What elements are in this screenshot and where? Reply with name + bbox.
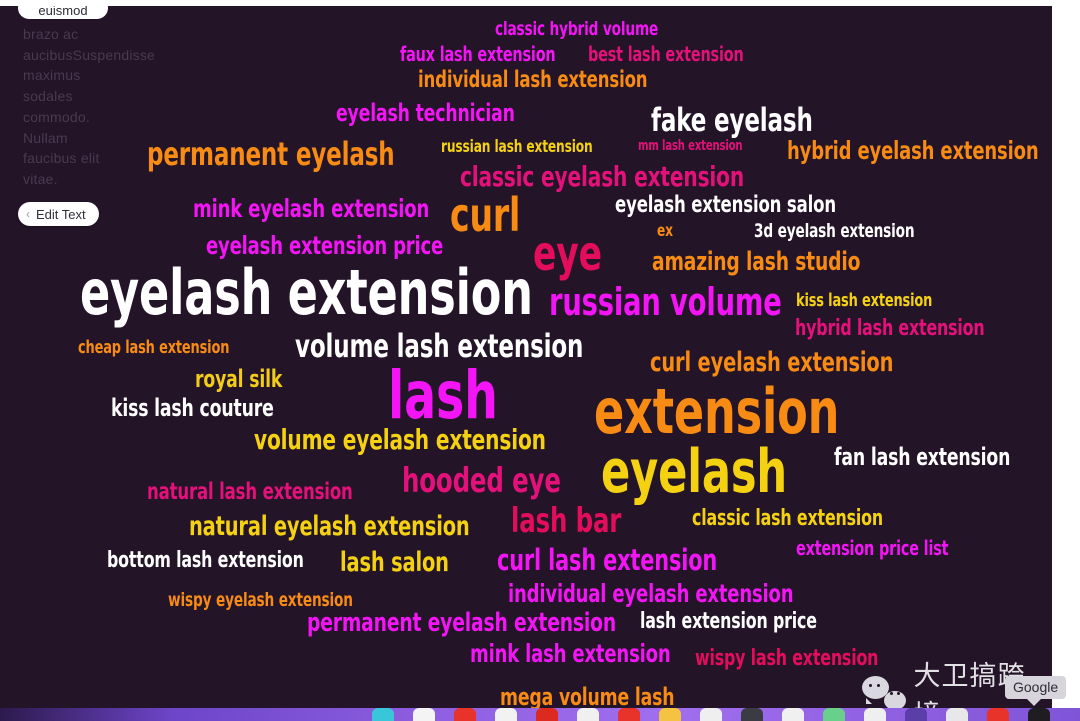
word-cloud-term: individual eyelash extension <box>508 579 794 608</box>
dock-app-icon[interactable] <box>700 708 722 721</box>
taskbar-dock[interactable] <box>0 708 1080 721</box>
dock-app-icon[interactable] <box>413 708 435 721</box>
word-cloud-term: lash extension price <box>640 609 817 634</box>
placeholder-line: sodales <box>23 88 73 105</box>
dock-app-icon[interactable] <box>577 708 599 721</box>
word-cloud-term: volume eyelash extension <box>254 423 546 456</box>
word-cloud-term: lash bar <box>511 501 622 541</box>
dock-app-icon[interactable] <box>1028 708 1050 721</box>
edit-text-button-label: Edit Text <box>36 206 86 222</box>
word-cloud-term: ex <box>657 221 673 241</box>
word-cloud-term: kiss lash couture <box>111 394 274 422</box>
dock-app-icon[interactable] <box>536 708 558 721</box>
dock-app-icon[interactable] <box>454 708 476 721</box>
wechat-icon <box>862 676 906 708</box>
word-cloud-term: lash salon <box>340 547 449 578</box>
word-cloud-term: lash <box>388 357 498 434</box>
word-cloud-term: cheap lash extension <box>78 337 230 358</box>
word-cloud-term: mm lash extension <box>638 138 743 154</box>
word-cloud-term: curl lash extension <box>497 543 718 577</box>
word-cloud-term: eyelash technician <box>336 99 515 127</box>
word-cloud-term: russian volume <box>549 280 782 324</box>
word-cloud-term: fake eyelash <box>651 101 813 139</box>
placeholder-line: faucibus elit <box>23 150 100 167</box>
word-cloud-term: natural eyelash extension <box>189 511 470 542</box>
word-cloud-term: eyelash extension salon <box>615 192 836 218</box>
placeholder-line: brazo ac <box>23 26 79 42</box>
google-tooltip: Google <box>1005 676 1067 706</box>
dock-app-icon[interactable] <box>987 708 1009 721</box>
word-cloud-term: bottom lash extension <box>107 548 304 573</box>
word-cloud-term: faux lash extension <box>400 42 556 66</box>
word-cloud-term: extension price list <box>796 536 949 560</box>
dock-app-icon[interactable] <box>659 708 681 721</box>
word-cloud-term: fan lash extension <box>834 443 1011 471</box>
word-cloud-term: classic lash extension <box>692 506 883 531</box>
word-cloud-term: natural lash extension <box>147 479 353 505</box>
word-cloud-term: mega volume lash <box>500 683 675 708</box>
word-cloud-term: mink eyelash extension <box>193 194 430 223</box>
euismod-chip-label: euismod <box>38 6 88 18</box>
word-cloud-term: classic eyelash extension <box>460 160 745 193</box>
word-cloud-term: eyelash <box>601 437 788 507</box>
placeholder-line: commodo. <box>23 108 90 125</box>
word-cloud-term: royal silk <box>195 365 283 393</box>
euismod-chip[interactable]: euismod <box>18 6 108 19</box>
chevron-left-icon: ‹ <box>26 207 30 221</box>
word-cloud-term: 3d eyelash extension <box>754 220 915 242</box>
word-cloud-term: classic hybrid volume <box>495 18 659 40</box>
edit-text-button[interactable]: ‹ Edit Text <box>18 202 99 226</box>
word-cloud-term: individual lash extension <box>418 67 648 93</box>
placeholder-line: vitae. <box>23 170 58 187</box>
word-cloud-term: curl <box>450 188 521 242</box>
dock-app-icon[interactable] <box>946 708 968 721</box>
word-cloud-term: kiss lash extension <box>796 290 933 311</box>
word-cloud-term: amazing lash studio <box>652 247 861 277</box>
dock-app-icon[interactable] <box>741 708 763 721</box>
dock-app-icon[interactable] <box>905 708 927 721</box>
placeholder-line: aucibusSuspendisse <box>23 46 156 63</box>
word-cloud-term: extension <box>594 375 840 448</box>
dock-app-icon[interactable] <box>823 708 845 721</box>
word-cloud-term: hooded eye <box>402 461 561 501</box>
right-white-gutter <box>1052 0 1080 721</box>
placeholder-line: Nullam <box>23 129 68 146</box>
word-cloud-term: eyelash extension price <box>206 231 444 260</box>
dock-app-icon[interactable] <box>372 708 394 721</box>
dock-app-icon[interactable] <box>618 708 640 721</box>
placeholder-line: maximus <box>23 67 81 84</box>
word-cloud-term: eye <box>533 226 602 282</box>
word-cloud-term: curl eyelash extension <box>650 347 894 378</box>
word-cloud-term: russian lash extension <box>441 137 593 157</box>
word-cloud-term: best lash extension <box>588 42 744 66</box>
word-cloud-term: hybrid lash extension <box>795 316 985 341</box>
word-cloud-term: hybrid eyelash extension <box>787 136 1039 165</box>
word-cloud-term: mink lash extension <box>470 639 671 668</box>
dock-app-icon[interactable] <box>782 708 804 721</box>
word-cloud-term: eyelash extension <box>80 256 533 329</box>
dock-app-icon[interactable] <box>495 708 517 721</box>
word-cloud-term: permanent eyelash <box>147 135 395 173</box>
word-cloud-canvas[interactable]: brazo ac aucibusSuspendisse maximus sodales… <box>0 6 1052 708</box>
screenshot-root: brazo ac aucibusSuspendisse maximus sodales… <box>0 0 1080 721</box>
word-cloud-term: wispy lash extension <box>695 646 879 671</box>
word-cloud-term: permanent eyelash extension <box>307 608 616 638</box>
dock-app-icon[interactable] <box>864 708 886 721</box>
